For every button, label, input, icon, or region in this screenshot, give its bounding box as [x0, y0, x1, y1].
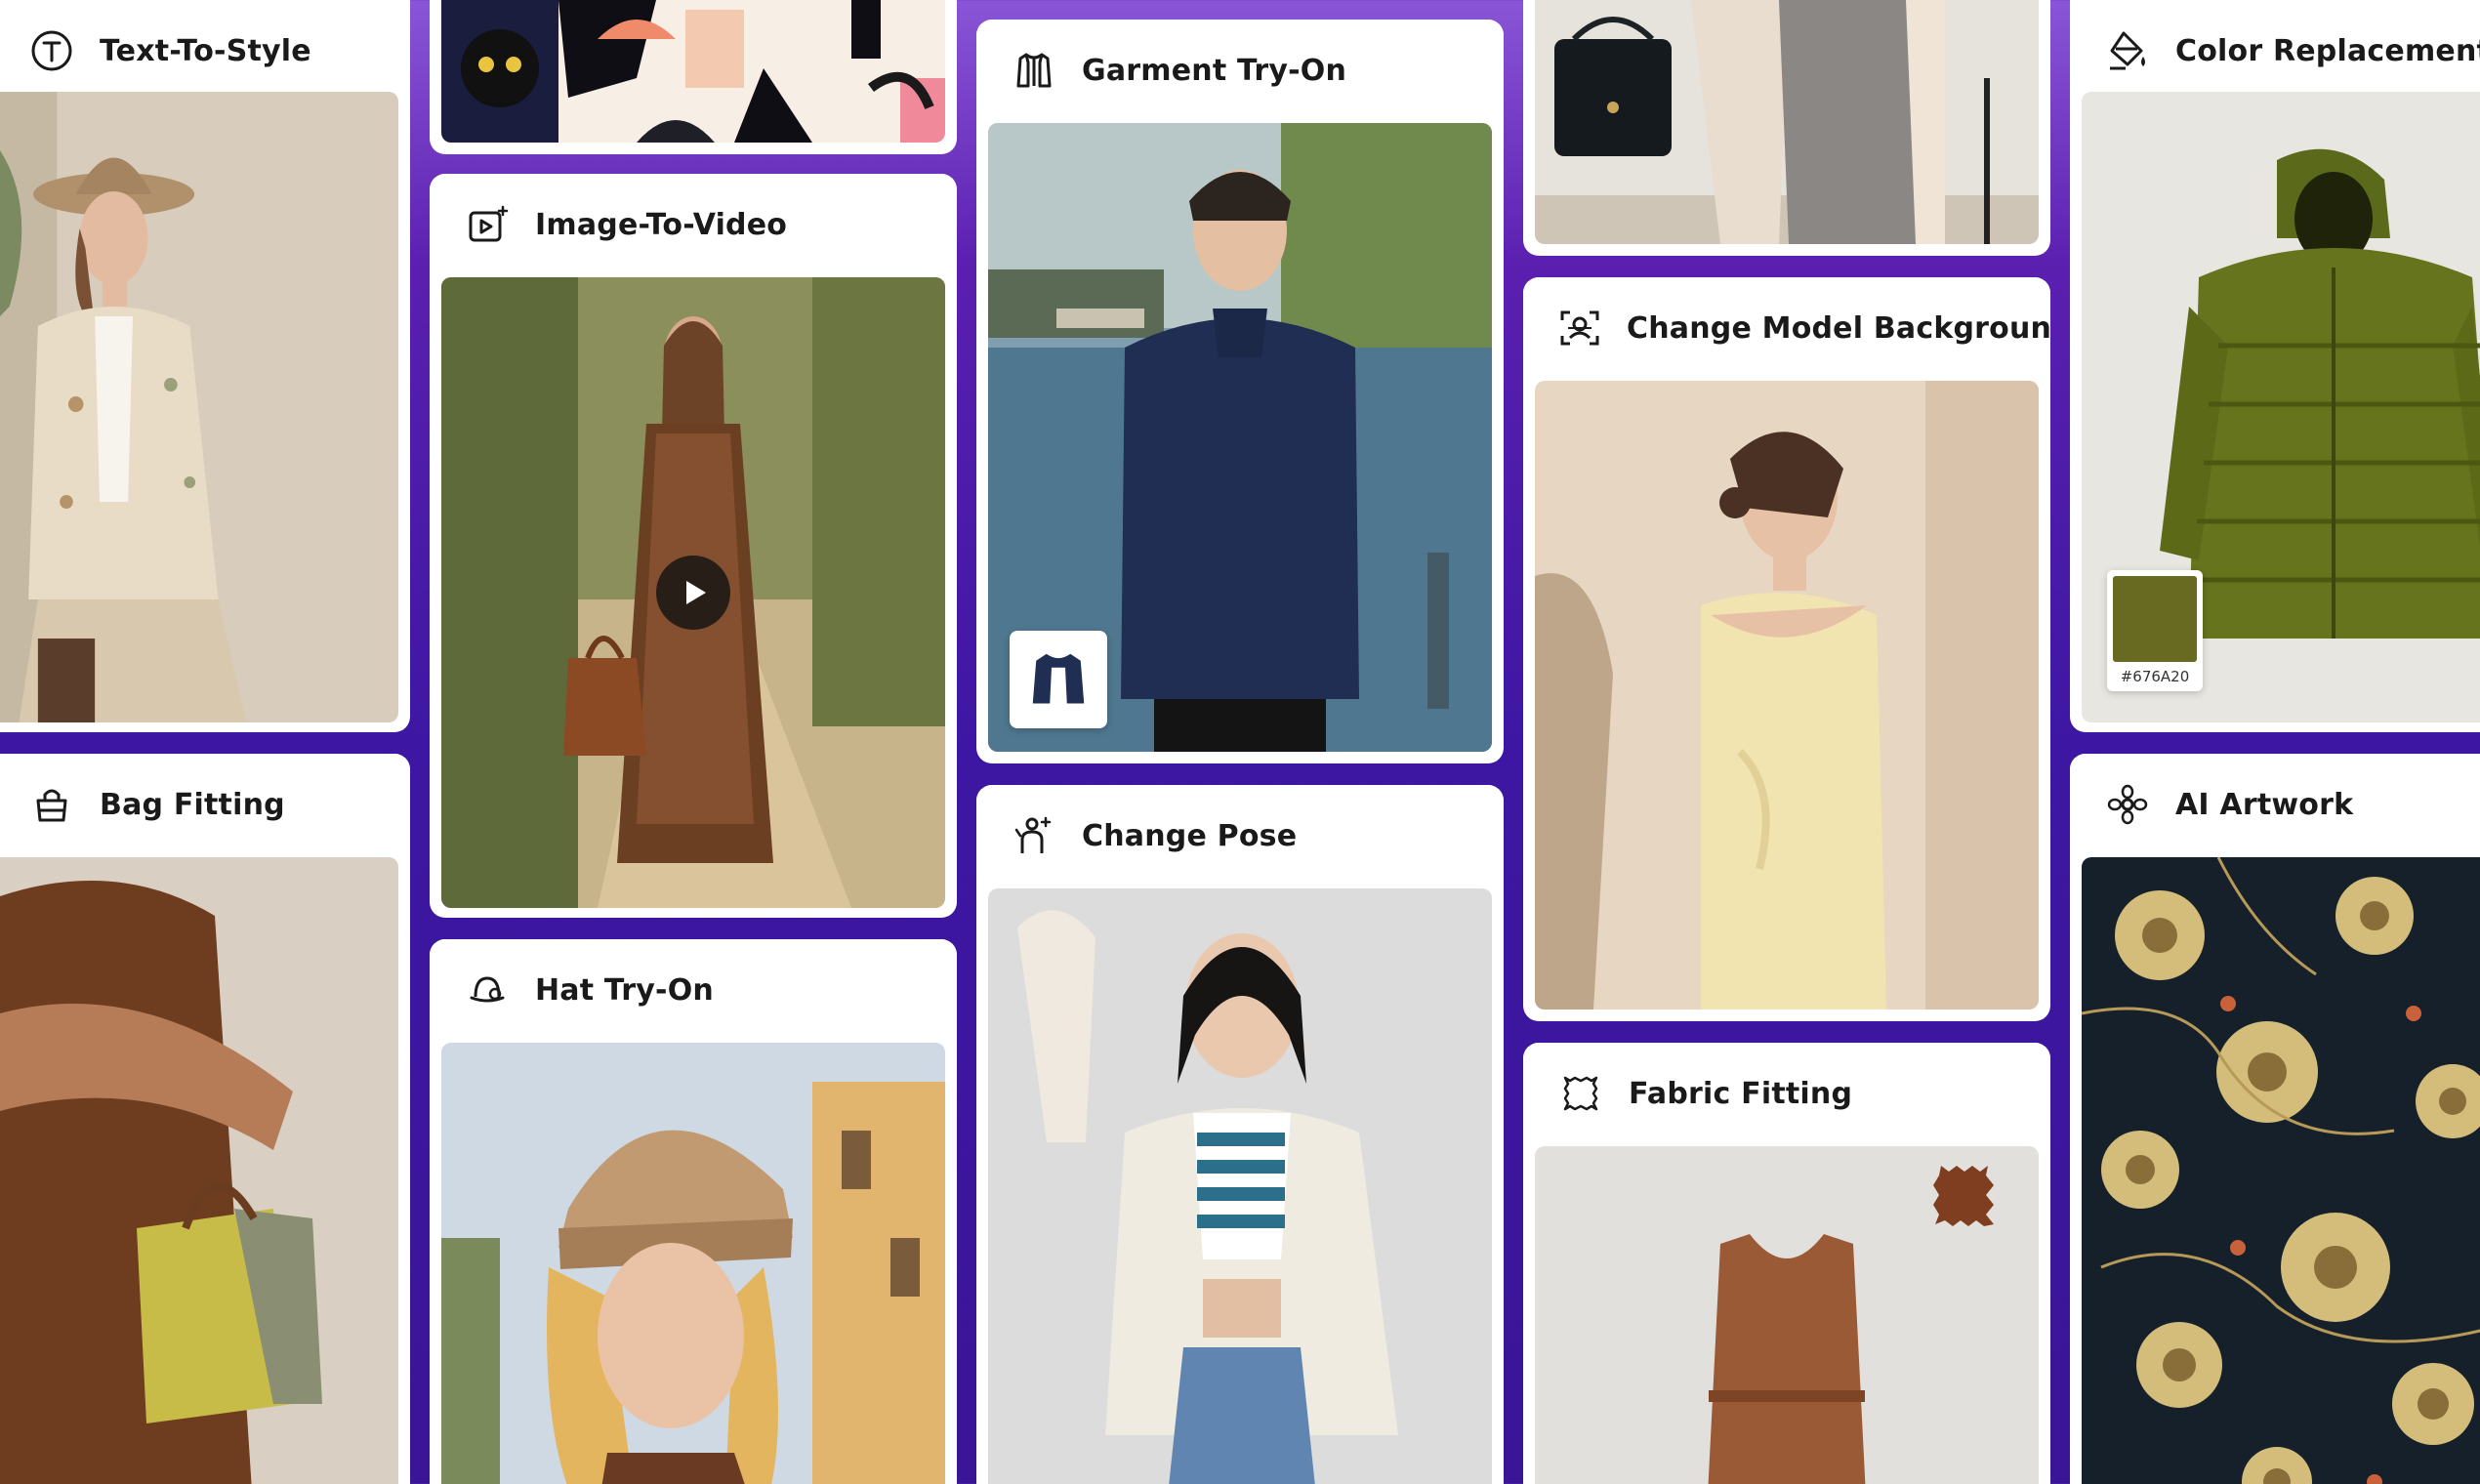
card-fabric-fitting[interactable]: Fabric Fitting: [1523, 1043, 2050, 1484]
background-scan-icon: [1558, 306, 1601, 350]
jacket-icon: [1012, 48, 1056, 93]
card-pattern-top[interactable]: [430, 0, 957, 154]
card-header: AI Artwork: [2070, 754, 2480, 855]
card-title: Image-To-Video: [535, 207, 788, 242]
card-header: Color Replacement: [2070, 0, 2480, 102]
swatch-color: [2113, 576, 2197, 662]
person-sparkle-icon: [1012, 813, 1056, 858]
bag-icon: [29, 782, 74, 827]
fabric-fitting-image: [1535, 1146, 2039, 1484]
text-to-style-image: [0, 92, 398, 722]
color-swatch[interactable]: #676A20: [2107, 570, 2203, 691]
paint-bucket-icon: [2105, 28, 2150, 73]
cat-pattern-image: [441, 0, 945, 143]
flower-pattern-icon: [2105, 782, 2150, 827]
card-title: AI Artwork: [2175, 787, 2354, 822]
card-text-to-style[interactable]: Text-To-Style: [0, 0, 410, 732]
hat-try-on-image: [441, 1043, 945, 1484]
color-replacement-image: #676A20: [2082, 92, 2480, 722]
card-title: Garment Try-On: [1082, 53, 1347, 88]
card-hat-try-on[interactable]: Hat Try-On: [430, 939, 957, 1484]
bag-fitting-image: [0, 857, 398, 1484]
card-title: Change Pose: [1082, 818, 1298, 853]
card-title: Fabric Fitting: [1629, 1076, 1853, 1111]
card-title: Hat Try-On: [535, 972, 714, 1008]
card-change-pose[interactable]: Change Pose: [976, 785, 1504, 1484]
card-change-model-background[interactable]: Change Model Background: [1523, 277, 2050, 1021]
card-title: Change Model Background: [1627, 310, 2050, 346]
card-header: Change Pose: [976, 785, 1504, 886]
swatch-hex-label: #676A20: [2120, 668, 2190, 685]
image-to-video-preview[interactable]: [441, 277, 945, 908]
card-title: Bag Fitting: [100, 787, 285, 822]
garment-try-on-image: [988, 123, 1492, 752]
card-image-to-video[interactable]: Image-To-Video: [430, 174, 957, 918]
play-button[interactable]: [656, 556, 730, 630]
card-header: Hat Try-On: [430, 939, 957, 1041]
card-header: Garment Try-On: [976, 20, 1504, 121]
card-title: Color Replacement: [2175, 33, 2480, 68]
card-bag-fitting[interactable]: Bag Fitting: [0, 754, 410, 1484]
card-header: Bag Fitting: [0, 754, 410, 855]
card-header: Image-To-Video: [430, 174, 957, 275]
change-model-background-image: [1535, 381, 2039, 1010]
card-outfit-top[interactable]: [1523, 0, 2050, 256]
card-color-replacement[interactable]: Color Replacement #676A20: [2070, 0, 2480, 732]
text-circle-icon: [29, 28, 74, 73]
garment-thumbnail[interactable]: [1010, 631, 1107, 728]
outfit-image: [1535, 0, 2039, 244]
card-header: Change Model Background: [1523, 277, 2050, 379]
card-garment-try-on[interactable]: Garment Try-On: [976, 20, 1504, 763]
card-title: Text-To-Style: [100, 33, 311, 68]
card-header: Fabric Fitting: [1523, 1043, 2050, 1144]
card-ai-artwork[interactable]: AI Artwork: [2070, 754, 2480, 1484]
ai-artwork-image: [2082, 857, 2480, 1484]
card-header: Text-To-Style: [0, 0, 410, 102]
fabric-swatch-icon: [1558, 1071, 1603, 1116]
video-sparkle-icon: [465, 202, 510, 247]
change-pose-image: [988, 888, 1492, 1484]
hat-icon: [465, 968, 510, 1012]
